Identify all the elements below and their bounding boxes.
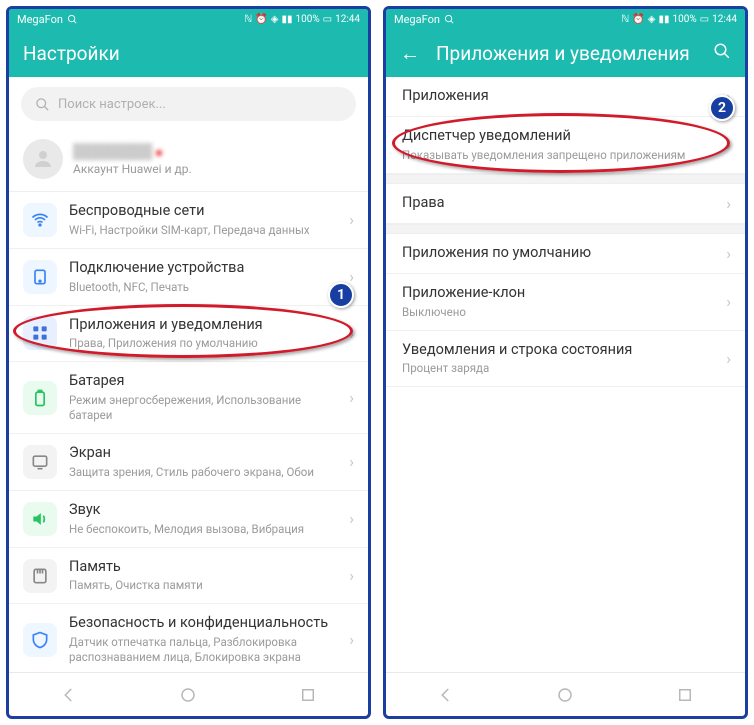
carrier-label: MegaFon (17, 13, 63, 26)
chevron-right-icon: › (349, 210, 354, 229)
signal-icon: ▮▮ (658, 14, 669, 25)
item-wireless[interactable]: Беспроводные сетиWi-Fi, Настройки SIM-ка… (9, 192, 368, 249)
chevron-right-icon: › (349, 509, 354, 528)
item-default-apps[interactable]: Приложения по умолчанию › (386, 234, 745, 274)
item-notification-manager[interactable]: Диспетчер уведомленийПоказывать уведомле… (386, 117, 745, 174)
alarm-icon: ⏰ (632, 14, 644, 25)
nfc-icon: ℕ (244, 14, 252, 25)
nav-back[interactable] (58, 684, 80, 706)
app-bar: Настройки (9, 29, 368, 77)
chevron-right-icon: › (726, 194, 731, 213)
chevron-right-icon: › (349, 324, 354, 343)
nav-back[interactable] (435, 684, 457, 706)
item-device-connection[interactable]: Подключение устройстваBluetooth, NFC, Пе… (9, 249, 368, 306)
display-icon (23, 445, 57, 479)
search-input[interactable]: Поиск настроек... (21, 87, 356, 121)
phone-right: MegaFon ℕ ⏰ ◈ ▮▮ 100% ▭ 12:44 ← Приложен… (383, 6, 748, 719)
nfc-icon: ℕ (621, 14, 629, 25)
status-bar: MegaFon ℕ ⏰ ◈ ▮▮ 100% ▭ 12:44 (9, 9, 368, 29)
battery-pct: 100% (672, 14, 696, 25)
battery-icon (23, 381, 57, 415)
item-apps-notifications[interactable]: Приложения и уведомленияПрава, Приложени… (9, 306, 368, 363)
item-app-clone[interactable]: Приложение-клонВыключено › (386, 274, 745, 331)
chevron-right-icon: › (349, 566, 354, 585)
back-button[interactable]: ← (400, 41, 420, 66)
search-icon (35, 97, 50, 112)
item-storage[interactable]: ПамятьПамять, Очистка памяти › (9, 548, 368, 605)
signal-icon: ▮▮ (281, 14, 292, 25)
carrier-label: MegaFon (394, 13, 440, 26)
nav-home[interactable] (177, 684, 199, 706)
search-placeholder: Поиск настроек... (58, 97, 166, 112)
section-divider (386, 224, 745, 234)
storage-icon (23, 559, 57, 593)
item-apps[interactable]: Приложения › (386, 77, 745, 117)
chevron-right-icon: › (349, 388, 354, 407)
bluetooth-icon (23, 260, 57, 294)
nav-bar (386, 672, 745, 716)
chevron-right-icon: › (726, 244, 731, 263)
nav-recent[interactable] (674, 684, 696, 706)
chevron-right-icon: › (726, 349, 731, 368)
search-icon-small (444, 14, 455, 25)
apps-notif-list: Приложения › Диспетчер уведомленийПоказы… (386, 77, 745, 672)
nav-bar (9, 672, 368, 716)
phone-left: MegaFon ℕ ⏰ ◈ ▮▮ 100% ▭ 12:44 Настройки … (6, 6, 371, 719)
chevron-right-icon: › (349, 630, 354, 649)
sound-icon (23, 502, 57, 536)
battery-icon: ▭ (700, 14, 709, 25)
chevron-right-icon: › (349, 267, 354, 286)
app-bar: ← Приложения и уведомления (386, 29, 745, 77)
item-display[interactable]: ЭкранЗащита зрения, Стиль рабочего экран… (9, 434, 368, 491)
account-sub: Аккаунт Huawei и др. (73, 162, 192, 176)
account-name-blurred: ████████ (73, 143, 192, 160)
step-badge-2: 2 (709, 95, 735, 121)
chevron-right-icon: › (726, 292, 731, 311)
battery-icon: ▭ (323, 14, 332, 25)
item-security[interactable]: Безопасность и конфиденциальностьДатчик … (9, 604, 368, 672)
clock: 12:44 (335, 14, 360, 25)
nav-recent[interactable] (297, 684, 319, 706)
page-title: Настройки (23, 42, 354, 65)
page-title: Приложения и уведомления (436, 42, 697, 65)
item-permissions[interactable]: Права › (386, 184, 745, 224)
wifi-icon (23, 203, 57, 237)
step-badge-1: 1 (328, 282, 354, 308)
item-notif-statusbar[interactable]: Уведомления и строка состоянияПроцент за… (386, 331, 745, 388)
clock: 12:44 (712, 14, 737, 25)
shield-icon (23, 623, 57, 657)
wifi-icon: ◈ (271, 14, 279, 25)
wifi-icon: ◈ (648, 14, 656, 25)
chevron-right-icon: › (349, 452, 354, 471)
item-battery[interactable]: БатареяРежим энергосбережения, Использов… (9, 362, 368, 434)
avatar (23, 139, 63, 179)
nav-home[interactable] (554, 684, 576, 706)
status-bar: MegaFon ℕ ⏰ ◈ ▮▮ 100% ▭ 12:44 (386, 9, 745, 29)
settings-list: Беспроводные сетиWi-Fi, Настройки SIM-ка… (9, 192, 368, 672)
chevron-right-icon: › (726, 135, 731, 154)
alarm-icon: ⏰ (255, 14, 267, 25)
section-divider (386, 174, 745, 184)
apps-icon (23, 316, 57, 350)
battery-pct: 100% (295, 14, 319, 25)
search-icon-small (67, 14, 78, 25)
search-button[interactable] (713, 42, 731, 65)
item-sound[interactable]: ЗвукНе беспокоить, Мелодия вызова, Вибра… (9, 491, 368, 548)
account-row[interactable]: ████████ Аккаунт Huawei и др. (9, 131, 368, 192)
